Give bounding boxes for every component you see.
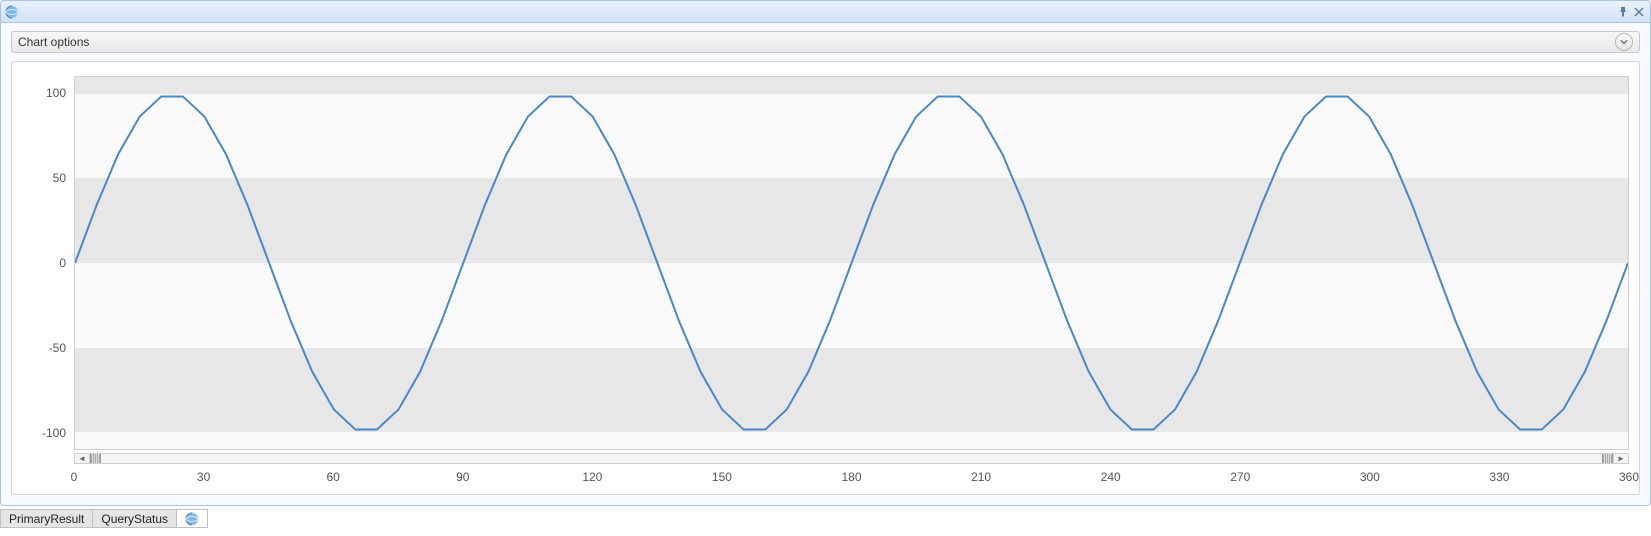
- x-tick-label: 0: [71, 470, 78, 484]
- x-tick-label: 270: [1230, 470, 1250, 484]
- x-tick-label: 180: [841, 470, 861, 484]
- panel-body: Chart options -100 -50 0 50 100 ◄: [1, 23, 1650, 505]
- close-icon[interactable]: [1632, 5, 1646, 19]
- globe-icon: [185, 512, 199, 526]
- plot-svg: [75, 77, 1628, 449]
- range-thumb-left[interactable]: [90, 454, 101, 463]
- pin-icon[interactable]: [1616, 5, 1630, 19]
- tab-label: QueryStatus: [101, 512, 168, 526]
- y-tick-label: -50: [49, 341, 66, 355]
- x-axis: 0306090120150180210240270300330360: [74, 468, 1629, 488]
- tab-chart[interactable]: [176, 509, 208, 528]
- globe-icon: [5, 5, 19, 19]
- plot-area[interactable]: [74, 76, 1629, 450]
- range-thumb-right[interactable]: [1602, 454, 1613, 463]
- range-slider-row: ◄ ►: [74, 450, 1629, 468]
- tab-label: PrimaryResult: [9, 512, 84, 526]
- chart-options-bar[interactable]: Chart options: [11, 31, 1640, 53]
- x-tick-label: 60: [326, 470, 339, 484]
- expand-options-icon[interactable]: [1615, 33, 1633, 51]
- status-bar: PrimaryResult QueryStatus: [0, 506, 1651, 528]
- chart-panel: Chart options -100 -50 0 50 100 ◄: [0, 0, 1651, 506]
- x-tick-label: 120: [582, 470, 602, 484]
- x-tick-label: 330: [1489, 470, 1509, 484]
- tab-primary-result[interactable]: PrimaryResult: [0, 509, 93, 528]
- range-slider[interactable]: ◄ ►: [74, 453, 1629, 464]
- y-tick-label: -100: [42, 426, 66, 440]
- y-tick-label: 0: [59, 256, 66, 270]
- y-tick-label: 50: [53, 171, 66, 185]
- x-tick-label: 360: [1619, 470, 1639, 484]
- x-tick-label: 150: [712, 470, 732, 484]
- y-axis: -100 -50 0 50 100: [22, 76, 74, 450]
- y-tick-label: 100: [46, 86, 66, 100]
- x-tick-label: 90: [456, 470, 469, 484]
- chart-options-label: Chart options: [18, 35, 89, 49]
- range-arrow-left-icon[interactable]: ◄: [75, 454, 90, 463]
- x-tick-label: 30: [197, 470, 210, 484]
- x-tick-label: 210: [971, 470, 991, 484]
- panel-header: [1, 1, 1650, 23]
- chart-frame: -100 -50 0 50 100 ◄ ► 0 30 60 90 120 150 180 210 240…: [11, 61, 1640, 495]
- x-tick-label: 240: [1101, 470, 1121, 484]
- range-arrow-right-icon[interactable]: ►: [1613, 454, 1628, 463]
- x-tick-label: 300: [1360, 470, 1380, 484]
- tab-query-status[interactable]: QueryStatus: [92, 509, 177, 528]
